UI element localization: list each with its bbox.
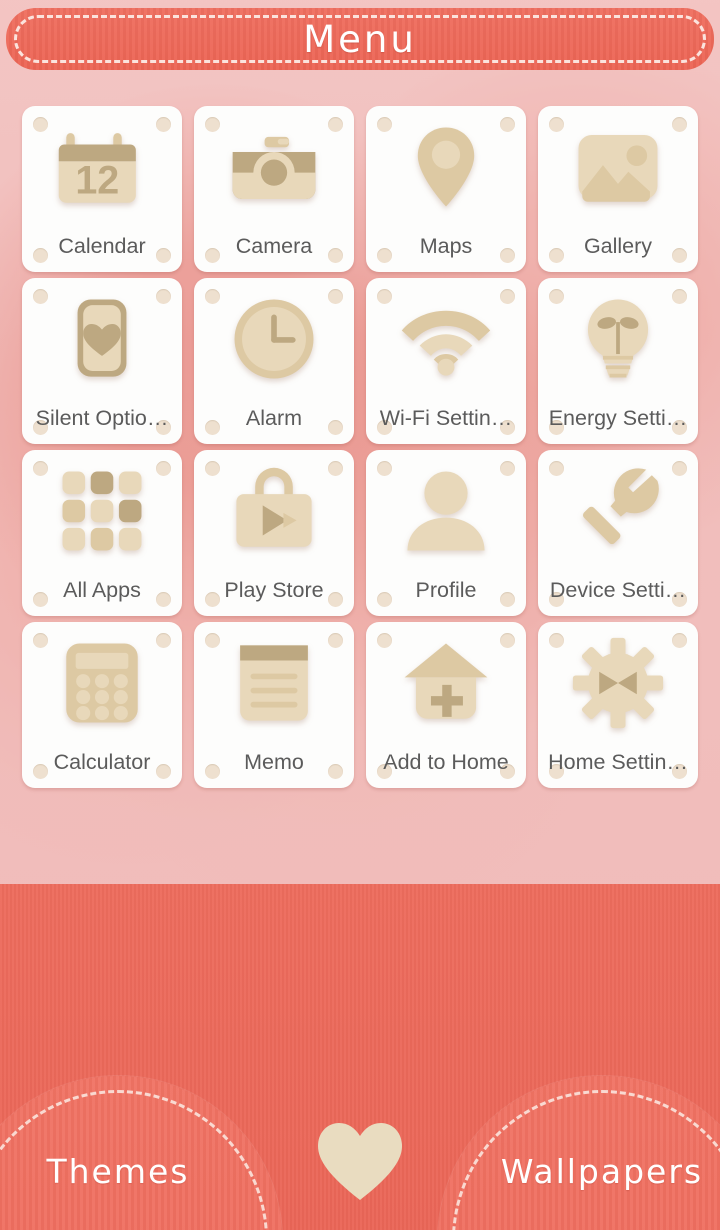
tile-corner-dot bbox=[205, 117, 220, 132]
silent-options-icon bbox=[50, 292, 154, 386]
tile-corner-dot bbox=[672, 633, 687, 648]
wifi-icon bbox=[394, 292, 498, 386]
app-tile-label: Memo bbox=[244, 750, 304, 774]
app-tile-calculator[interactable]: Calculator bbox=[22, 622, 182, 788]
app-tile-all-apps[interactable]: All Apps bbox=[22, 450, 182, 616]
app-tile-label: Wi-Fi Settin… bbox=[379, 406, 513, 430]
tile-corner-dot bbox=[549, 461, 564, 476]
app-tile-label: Profile bbox=[415, 578, 477, 602]
app-tile-label: Add to Home bbox=[383, 750, 509, 774]
clock-icon bbox=[222, 292, 326, 386]
tile-corner-dot bbox=[205, 633, 220, 648]
tile-corner-dot bbox=[156, 633, 171, 648]
calculator-icon bbox=[50, 636, 154, 730]
tile-corner-dot bbox=[328, 633, 343, 648]
tile-corner-dot bbox=[500, 461, 515, 476]
tile-corner-dot bbox=[672, 461, 687, 476]
svg-text:12: 12 bbox=[75, 158, 119, 202]
tile-corner-dot bbox=[328, 461, 343, 476]
app-tile-label: Maps bbox=[419, 234, 473, 258]
app-tile-camera[interactable]: Camera bbox=[194, 106, 354, 272]
wrench-icon bbox=[566, 464, 670, 558]
app-tile-label: Gallery bbox=[583, 234, 653, 258]
tile-corner-dot bbox=[377, 633, 392, 648]
tile-corner-dot bbox=[33, 289, 48, 304]
tile-corner-dot bbox=[328, 289, 343, 304]
wallpapers-label: Wallpapers bbox=[500, 1152, 704, 1191]
memo-icon bbox=[222, 636, 326, 730]
app-tile-label: Silent Optio… bbox=[35, 406, 169, 430]
tile-corner-dot bbox=[549, 117, 564, 132]
app-tile-label: Calendar bbox=[58, 234, 146, 258]
map-pin-icon bbox=[394, 120, 498, 214]
house-plus-icon bbox=[394, 636, 498, 730]
tile-corner-dot bbox=[205, 461, 220, 476]
tile-corner-dot bbox=[549, 633, 564, 648]
camera-icon bbox=[222, 120, 326, 214]
heart-icon[interactable] bbox=[315, 1120, 405, 1202]
gear-icon bbox=[566, 636, 670, 730]
tile-corner-dot bbox=[328, 117, 343, 132]
tile-corner-dot bbox=[672, 289, 687, 304]
tile-corner-dot bbox=[377, 461, 392, 476]
app-grid: 12 Calendar Camera Maps Gallery Silent O… bbox=[22, 106, 698, 788]
launcher-menu-screen: Menu 12 Calendar Camera Maps Gallery Sil… bbox=[0, 0, 720, 1230]
app-tile-device-setti[interactable]: Device Setti… bbox=[538, 450, 698, 616]
tile-corner-dot bbox=[549, 289, 564, 304]
tile-corner-dot bbox=[33, 633, 48, 648]
page-title: Menu bbox=[303, 17, 417, 61]
app-tile-label: Home Settin… bbox=[548, 750, 688, 774]
tile-corner-dot bbox=[156, 461, 171, 476]
app-tile-alarm[interactable]: Alarm bbox=[194, 278, 354, 444]
tile-corner-dot bbox=[156, 117, 171, 132]
person-icon bbox=[394, 464, 498, 558]
app-tile-gallery[interactable]: Gallery bbox=[538, 106, 698, 272]
calendar-icon: 12 bbox=[50, 120, 154, 214]
tile-corner-dot bbox=[500, 289, 515, 304]
app-tile-silent-optio[interactable]: Silent Optio… bbox=[22, 278, 182, 444]
lightbulb-icon bbox=[566, 292, 670, 386]
app-grid-icon bbox=[50, 464, 154, 558]
app-tile-label: All Apps bbox=[63, 578, 141, 602]
app-tile-add-to-home[interactable]: Add to Home bbox=[366, 622, 526, 788]
tile-corner-dot bbox=[377, 117, 392, 132]
tile-corner-dot bbox=[672, 117, 687, 132]
app-tile-label: Device Setti… bbox=[549, 578, 687, 602]
app-tile-play-store[interactable]: Play Store bbox=[194, 450, 354, 616]
tile-corner-dot bbox=[156, 289, 171, 304]
tile-corner-dot bbox=[377, 289, 392, 304]
gallery-icon bbox=[566, 120, 670, 214]
app-tile-label: Alarm bbox=[245, 406, 303, 430]
themes-label: Themes bbox=[46, 1152, 190, 1191]
app-tile-energy-setti[interactable]: Energy Setti… bbox=[538, 278, 698, 444]
app-tile-wi-fi-settin[interactable]: Wi-Fi Settin… bbox=[366, 278, 526, 444]
app-tile-label: Camera bbox=[235, 234, 313, 258]
menu-header-banner: Menu bbox=[6, 8, 714, 70]
tile-corner-dot bbox=[205, 289, 220, 304]
tile-corner-dot bbox=[33, 117, 48, 132]
tile-corner-dot bbox=[500, 633, 515, 648]
tile-corner-dot bbox=[500, 117, 515, 132]
app-tile-label: Play Store bbox=[224, 578, 324, 602]
app-tile-calendar[interactable]: 12 Calendar bbox=[22, 106, 182, 272]
tile-corner-dot bbox=[33, 461, 48, 476]
app-tile-memo[interactable]: Memo bbox=[194, 622, 354, 788]
app-tile-label: Energy Setti… bbox=[548, 406, 688, 430]
app-tile-label: Calculator bbox=[53, 750, 151, 774]
app-tile-home-settin[interactable]: Home Settin… bbox=[538, 622, 698, 788]
app-tile-maps[interactable]: Maps bbox=[366, 106, 526, 272]
play-store-bag-icon bbox=[222, 464, 326, 558]
app-tile-profile[interactable]: Profile bbox=[366, 450, 526, 616]
